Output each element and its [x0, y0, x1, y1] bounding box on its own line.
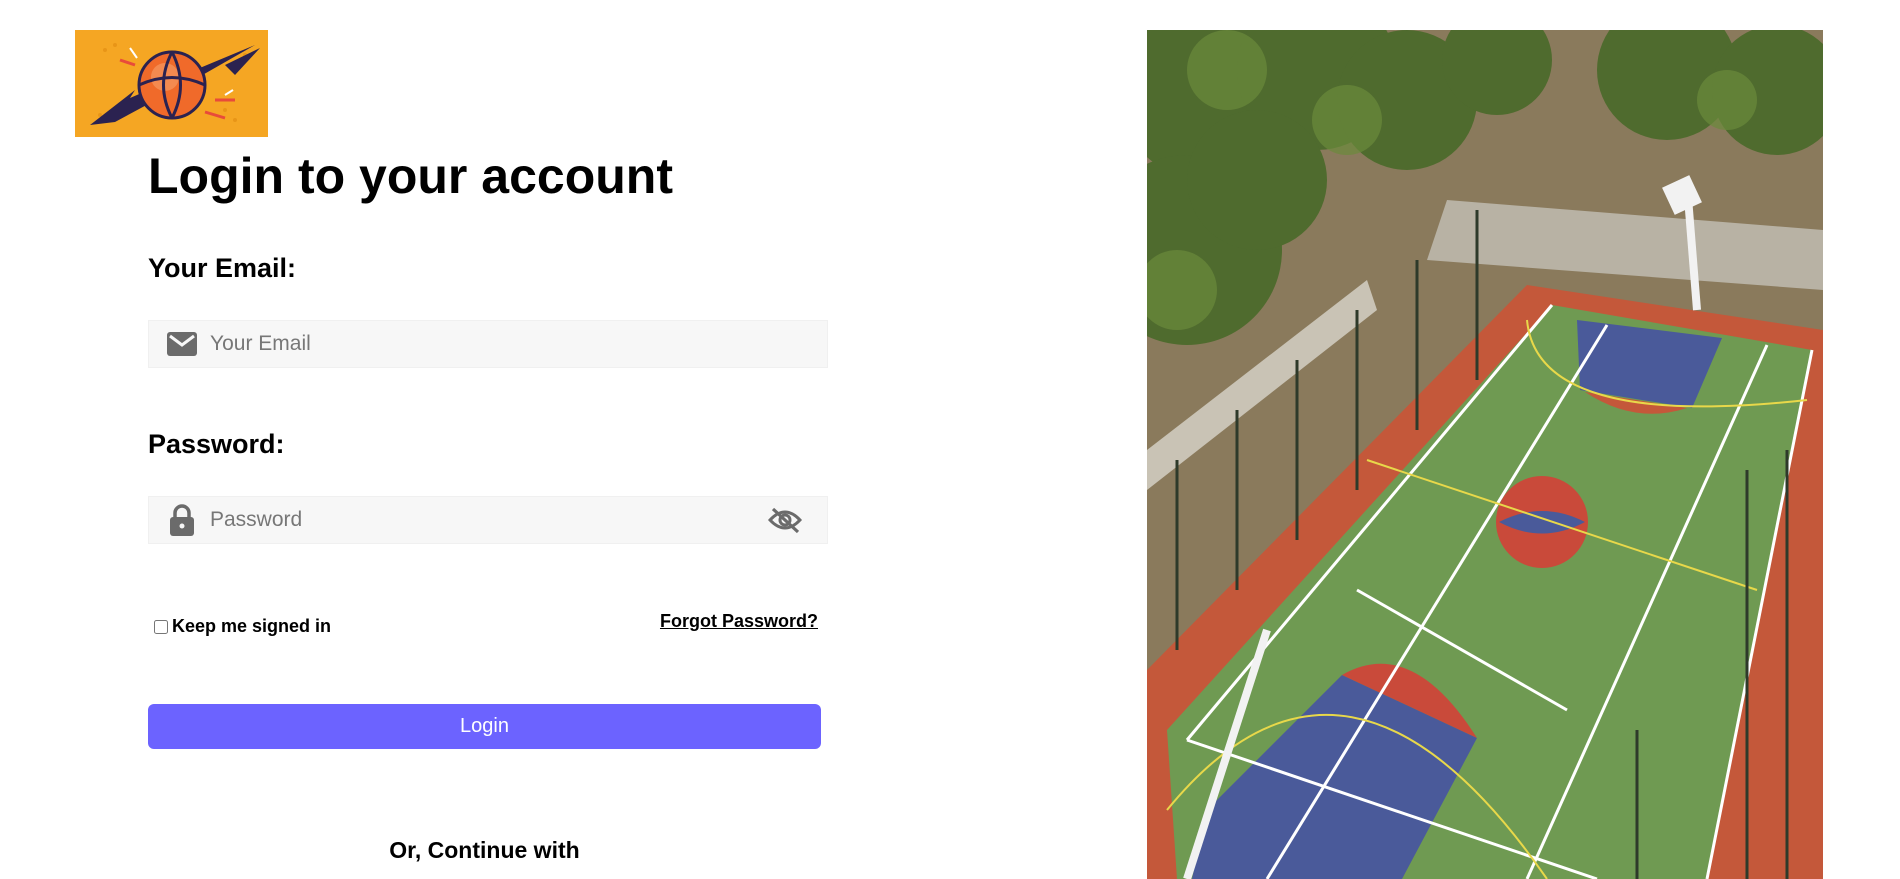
lock-icon — [166, 504, 198, 536]
login-page: Login to your account Your Email: Passwo… — [0, 0, 1900, 879]
forgot-password-link[interactable]: Forgot Password? — [660, 611, 818, 632]
continue-with-label: Or, Continue with — [389, 837, 580, 863]
password-label: Password: — [148, 429, 285, 459]
email-field-wrapper — [148, 320, 828, 368]
keep-signed-in-label: Keep me signed in — [172, 616, 332, 636]
login-form: Login to your account Your Email: Passwo… — [148, 140, 828, 863]
eye-off-icon[interactable] — [767, 502, 803, 538]
password-field-wrapper — [148, 496, 828, 544]
login-button[interactable]: Login — [148, 704, 821, 749]
email-label: Your Email: — [148, 253, 297, 283]
email-field[interactable] — [208, 321, 827, 367]
page-title: Login to your account — [148, 148, 673, 204]
password-field[interactable] — [208, 497, 767, 543]
brand-logo[interactable] — [75, 30, 268, 137]
keep-signed-in-checkbox[interactable] — [154, 619, 168, 634]
keep-signed-in[interactable]: Keep me signed in — [154, 616, 331, 637]
basketball-lightning-logo-icon — [75, 30, 268, 137]
aerial-basketball-court-photo — [1147, 30, 1823, 879]
envelope-icon — [166, 328, 198, 360]
